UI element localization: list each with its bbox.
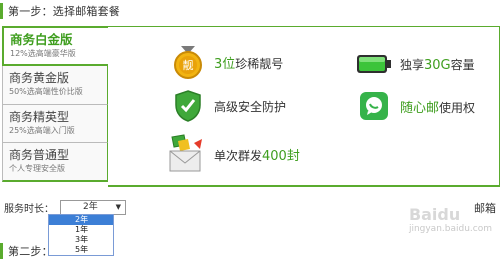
tab-subtitle: 个人专理安全版 [9,164,65,173]
feature-storage: 独享30G容量 [356,46,475,82]
tab-subtitle: 50%选高端性价比版 [9,87,83,96]
feature-label: 单次群发400封 [214,148,300,164]
dropdown-option[interactable]: 5年 [49,245,113,255]
feature-rare-number: 靓 3位珍稀靓号 [170,44,283,80]
battery-icon [356,46,392,82]
step1-title: 第一步：选择邮箱套餐 [8,5,120,18]
service-duration-label: 服务时长： [4,204,54,215]
tab-subtitle: 25%选高端入门版 [9,125,75,135]
step2-header: 第二步： [0,242,53,260]
watermark-text: jingyan.baidu.com [408,224,492,234]
step2-title: 第二步： [8,245,53,258]
envelope-icon [166,133,206,175]
tab-elite[interactable]: 商务精英型 25%选高端入门版 [2,104,108,143]
feature-mobile-mail: 随心邮使用权 [356,88,475,124]
tab-title: 商务精英型 [9,109,70,124]
package-tabs: 商务白金版 12%选高端豪华版 商务黄金版 50%选高端性价比版 商务精英型 2… [2,26,108,182]
service-duration-dropdown: 2年 1年 3年 5年 [48,214,114,256]
feature-label: 3位珍稀靓号 [214,56,284,72]
panel-bottom-border [108,185,500,187]
chevron-down-icon: ▼ [115,203,121,211]
medal-icon: 靓 [170,44,206,80]
service-duration-row: 服务时长： 2年 ▼ [4,200,126,215]
shield-icon [170,88,206,124]
step1-header: 第一步：选择邮箱套餐 [0,2,120,20]
medal-badge: 靓 [183,58,194,72]
tab-subtitle: 12%选高端豪华版 [10,49,76,58]
step-accent-bar [0,3,3,19]
dropdown-option[interactable]: 1年 [49,225,113,235]
step-accent-bar [0,243,3,259]
dropdown-option[interactable]: 2年 [49,215,113,225]
feature-label: 高级安全防护 [214,99,287,114]
dropdown-option[interactable]: 3年 [49,235,113,245]
tab-platinum[interactable]: 商务白金版 12%选高端豪华版 [2,26,108,66]
feature-security: 高级安全防护 [170,88,286,124]
selected-value: 2年 [83,202,98,212]
feature-label: 独享30G容量 [400,57,475,73]
tab-title: 商务普通型 [9,148,70,162]
watermark: Baidu jingyan.baidu.com [409,205,492,234]
tab-gold[interactable]: 商务黄金版 50%选高端性价比版 [2,66,108,105]
chat-icon [356,88,392,124]
tab-title: 商务白金版 [10,32,73,47]
watermark-brand: Baidu [408,205,461,224]
tab-standard[interactable]: 商务普通型 个人专理安全版 [2,143,108,182]
tab-title: 商务黄金版 [9,71,70,85]
feature-bulk-send: 单次群发400封 [166,133,300,175]
service-duration-select[interactable]: 2年 ▼ [60,200,126,215]
feature-label: 随心邮使用权 [400,100,476,116]
